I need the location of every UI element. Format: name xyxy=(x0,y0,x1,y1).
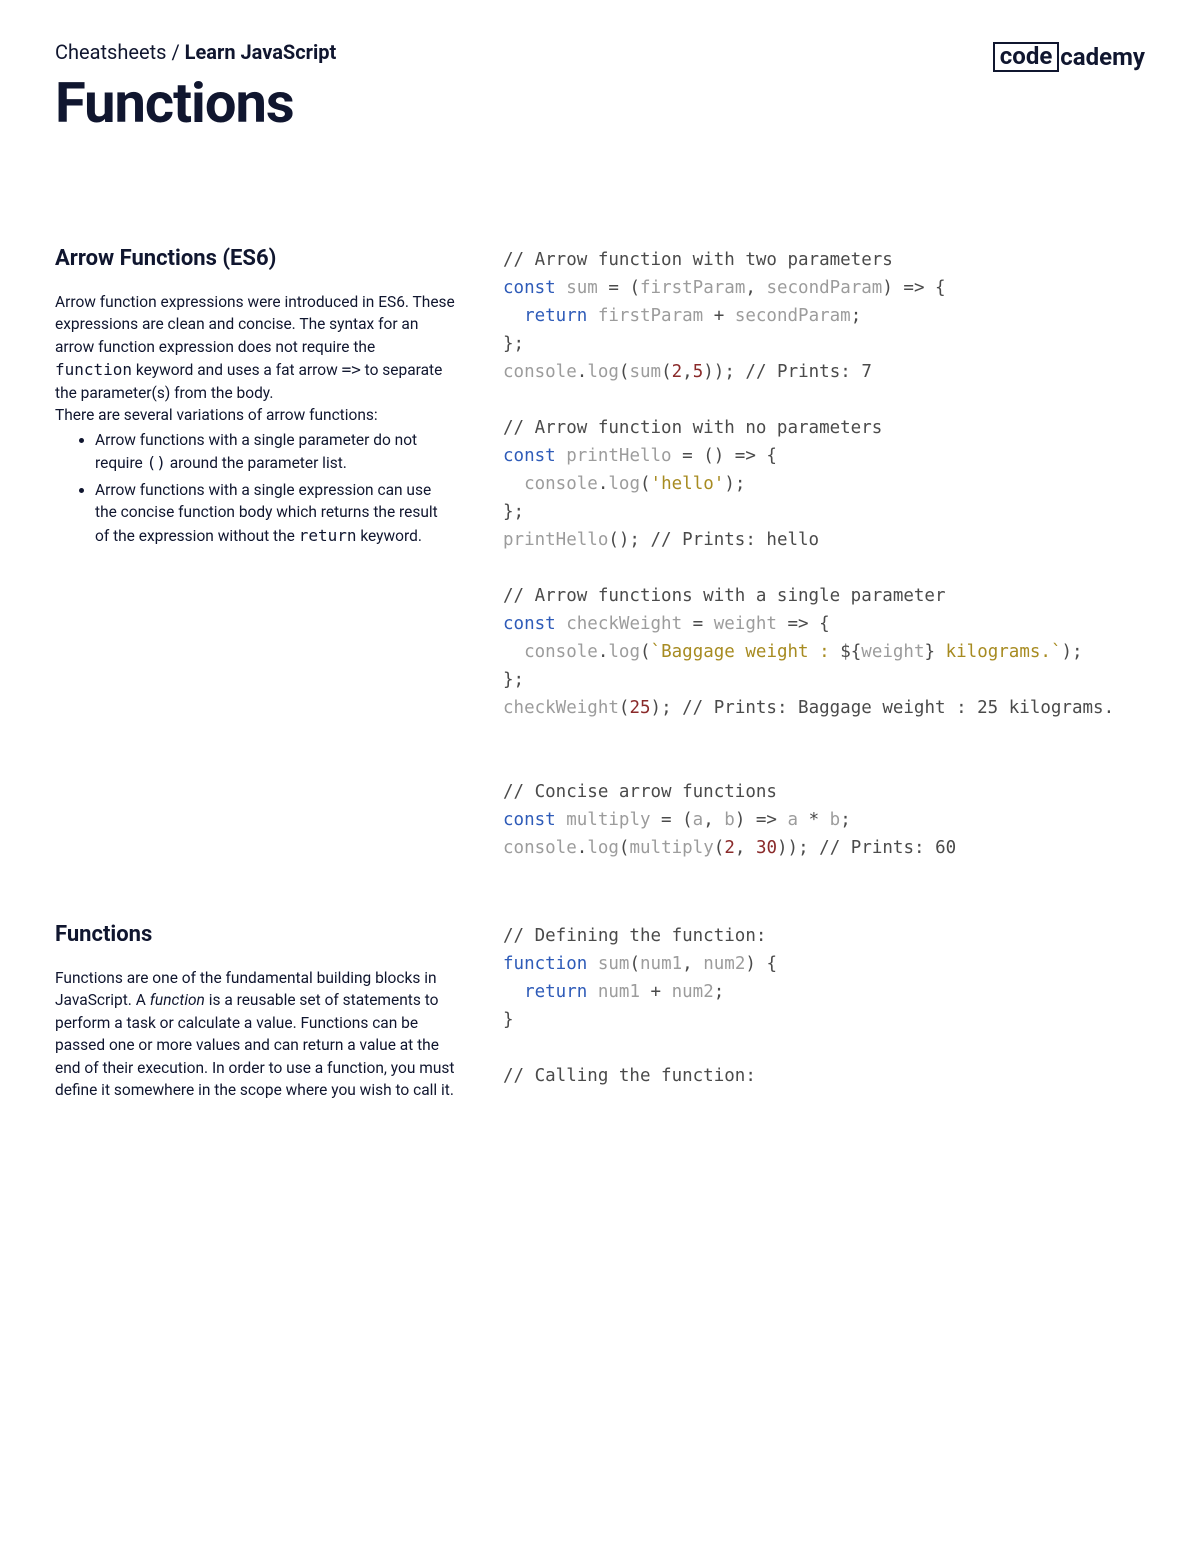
inline-code: function xyxy=(55,360,132,379)
logo-box: code xyxy=(993,42,1060,72)
section-arrow-functions: Arrow Functions (ES6) Arrow function exp… xyxy=(55,246,1145,862)
breadcrumb-root[interactable]: Cheatsheets xyxy=(55,40,166,64)
italic-term: function xyxy=(150,991,205,1009)
bullet-list: Arrow functions with a single parameter … xyxy=(55,429,455,547)
section-paragraph: Functions are one of the fundamental bui… xyxy=(55,967,455,1102)
section-paragraph: There are several variations of arrow fu… xyxy=(55,404,455,426)
page-title: Functions xyxy=(55,70,336,136)
breadcrumb: Cheatsheets / Learn JavaScript xyxy=(55,40,336,64)
codecademy-logo: codecademy xyxy=(993,40,1145,72)
breadcrumb-sep: / xyxy=(166,40,184,64)
logo-rest: cademy xyxy=(1059,43,1145,71)
section-functions: Functions Functions are one of the funda… xyxy=(55,922,1145,1102)
section-heading: Functions xyxy=(55,922,455,947)
section-paragraph: Arrow function expressions were introduc… xyxy=(55,291,455,404)
inline-code: () xyxy=(147,453,166,472)
breadcrumb-current[interactable]: Learn JavaScript xyxy=(185,40,337,64)
list-item: Arrow functions with a single expression… xyxy=(95,479,455,547)
list-item: Arrow functions with a single parameter … xyxy=(95,429,455,475)
code-block: // Arrow function with two parameters co… xyxy=(503,246,1145,862)
section-heading: Arrow Functions (ES6) xyxy=(55,246,455,271)
page-header: Cheatsheets / Learn JavaScript Functions… xyxy=(55,40,1145,136)
inline-code: => xyxy=(342,360,361,379)
inline-code: return xyxy=(299,526,357,545)
code-block: // Defining the function: function sum(n… xyxy=(503,922,1145,1090)
